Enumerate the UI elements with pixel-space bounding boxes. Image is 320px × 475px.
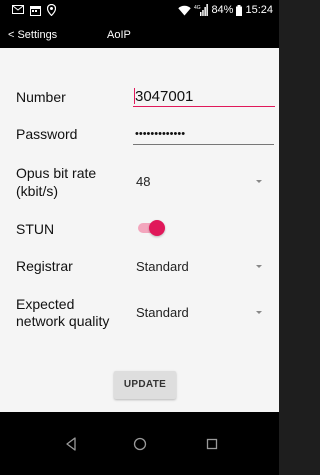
battery-icon bbox=[236, 4, 243, 16]
status-bar-left-icons bbox=[12, 4, 56, 16]
calendar-icon bbox=[30, 5, 41, 16]
opus-bitrate-label-line2: (kbit/s) bbox=[16, 183, 58, 199]
dropdown-arrow-icon bbox=[256, 265, 262, 268]
battery-percent: 84% bbox=[211, 4, 234, 16]
action-bar: < Settings AoIP bbox=[0, 25, 279, 45]
chevron-left-icon: < bbox=[8, 29, 15, 41]
opus-bitrate-label-line1: Opus bit rate bbox=[16, 165, 97, 181]
dropdown-arrow-icon bbox=[256, 180, 262, 183]
stun-label: STUN bbox=[16, 221, 55, 237]
recents-nav-button[interactable] bbox=[200, 434, 224, 454]
opus-bitrate-dropdown[interactable]: 48 bbox=[133, 169, 273, 193]
status-bar-right: 4G 84% 15:24 bbox=[178, 3, 273, 17]
location-icon bbox=[47, 4, 56, 16]
update-button[interactable]: UPDATE bbox=[114, 371, 176, 399]
back-nav-button[interactable] bbox=[59, 434, 83, 454]
screen: 4G 84% 15:24 < Settings AoIP Number 3047… bbox=[0, 0, 279, 475]
back-nav-icon bbox=[66, 437, 76, 451]
network-quality-label-line2: network quality bbox=[16, 313, 110, 329]
recents-nav-icon bbox=[206, 438, 218, 450]
top-bar: 4G 84% 15:24 < Settings AoIP bbox=[0, 0, 279, 48]
password-label: Password bbox=[16, 126, 78, 142]
opus-bitrate-value: 48 bbox=[136, 174, 151, 189]
stun-toggle[interactable] bbox=[138, 220, 165, 236]
screen-title: AoIP bbox=[107, 29, 131, 41]
home-nav-icon bbox=[133, 437, 147, 451]
password-field-underline bbox=[133, 144, 274, 145]
home-nav-button[interactable] bbox=[128, 434, 152, 454]
number-label: Number bbox=[16, 89, 66, 105]
registrar-label: Registrar bbox=[16, 258, 73, 274]
stun-toggle-thumb bbox=[149, 220, 165, 236]
status-time: 15:24 bbox=[245, 4, 273, 16]
back-to-settings-button[interactable]: < Settings bbox=[8, 28, 57, 42]
network-quality-label-line1: Expected bbox=[16, 296, 75, 312]
navigation-bar bbox=[0, 412, 279, 475]
number-field-underline bbox=[133, 106, 275, 107]
number-field[interactable] bbox=[133, 86, 275, 106]
network-quality-value: Standard bbox=[136, 305, 189, 320]
dropdown-arrow-icon bbox=[256, 311, 262, 314]
registrar-dropdown[interactable]: Standard bbox=[133, 254, 273, 278]
registrar-value: Standard bbox=[136, 259, 189, 274]
notification-icon bbox=[12, 4, 24, 14]
password-field[interactable] bbox=[133, 125, 275, 143]
text-cursor bbox=[134, 88, 135, 104]
network-quality-dropdown[interactable]: Standard bbox=[133, 301, 273, 325]
svg-text:4G: 4G bbox=[194, 5, 201, 11]
signal-icon: 4G bbox=[194, 4, 209, 16]
status-bar: 4G 84% 15:24 bbox=[0, 0, 279, 20]
back-label: Settings bbox=[17, 29, 58, 41]
wifi-icon bbox=[178, 5, 192, 15]
